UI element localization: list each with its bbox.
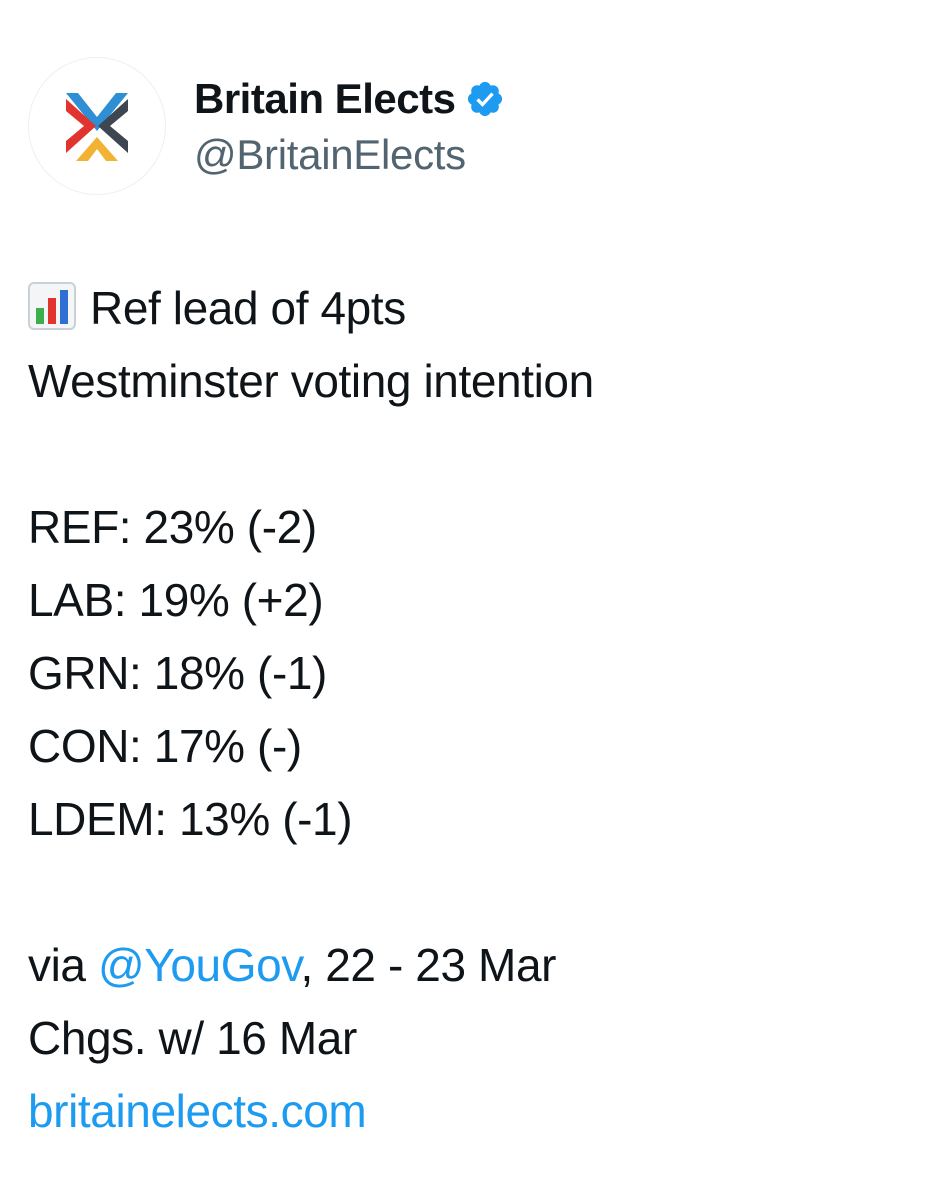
yougov-mention-link[interactable]: @YouGov [98,939,301,991]
display-name[interactable]: Britain Elects [194,75,456,123]
source-prefix: via [28,939,98,991]
website-link[interactable]: britainelects.com [28,1075,918,1148]
source-suffix: , 22 - 23 Mar [300,939,557,991]
result-line-lab: LAB: 19% (+2) [28,574,324,626]
subtitle-line: Westminster voting intention [28,355,594,407]
britain-elects-logo-icon [66,93,128,161]
headline-text: Ref lead of 4pts [90,282,406,334]
result-line-ldem: LDEM: 13% (-1) [28,793,353,845]
changes-note: Chgs. w/ 16 Mar [28,1012,357,1064]
name-row: Britain Elects [194,73,505,125]
result-line-con: CON: 17% (-) [28,720,302,772]
tweet-text: Ref lead of 4pts Westminster voting inte… [28,272,918,1148]
avatar[interactable] [28,57,166,195]
result-line-ref: REF: 23% (-2) [28,501,317,553]
tweet-header: Britain Elects @BritainElects [28,56,505,196]
source-line: via @YouGov, 22 - 23 Mar [28,929,918,1002]
account-identity: Britain Elects @BritainElects [194,73,505,179]
tweet-card: Britain Elects @BritainElects Ref lead o… [0,0,944,1196]
bar-chart-emoji-icon [28,282,76,330]
verified-badge-icon[interactable] [465,79,505,119]
headline-line: Ref lead of 4pts [28,272,918,345]
result-line-grn: GRN: 18% (-1) [28,647,327,699]
account-handle[interactable]: @BritainElects [194,131,505,179]
